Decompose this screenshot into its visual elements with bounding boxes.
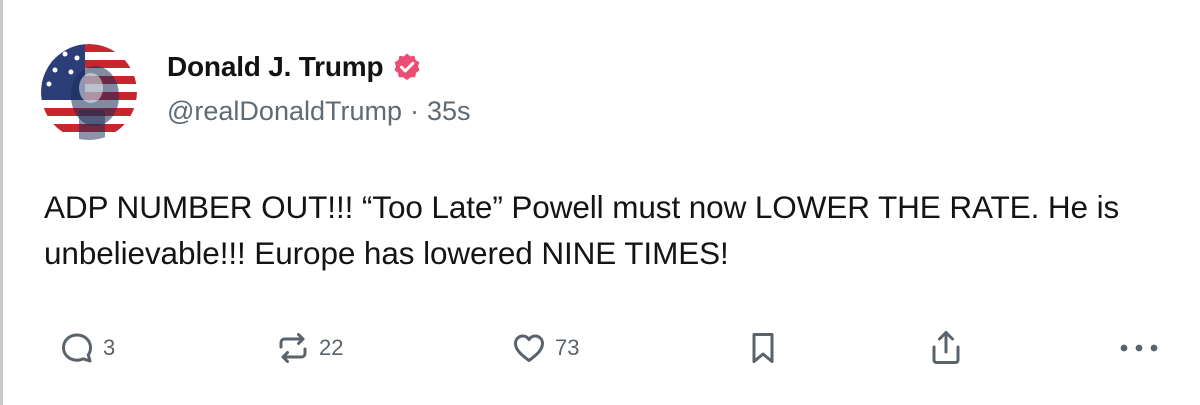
author-block: Donald J. Trump @realDonaldTrump · 35s <box>167 50 471 127</box>
post-body-text: ADP NUMBER OUT!!! “Too Late” Powell must… <box>44 189 1128 271</box>
bookmark-icon <box>747 330 779 366</box>
reply-button[interactable]: 3 <box>59 322 115 374</box>
bookmark-button[interactable] <box>747 322 779 374</box>
post-header: Donald J. Trump @realDonaldTrump · 35s <box>41 44 471 140</box>
name-line: Donald J. Trump <box>167 50 471 84</box>
action-bar: 3 22 73 <box>3 322 1200 374</box>
repost-icon <box>275 330 311 366</box>
post-timestamp[interactable]: 35s <box>427 96 471 127</box>
handle-separator: · <box>410 96 419 126</box>
handle-line: @realDonaldTrump · 35s <box>167 96 471 127</box>
heart-icon <box>511 330 547 366</box>
share-icon <box>928 329 964 367</box>
reply-count: 3 <box>103 335 116 360</box>
like-button[interactable]: 73 <box>511 322 579 374</box>
author-handle[interactable]: @realDonaldTrump <box>167 96 402 127</box>
post-card: Donald J. Trump @realDonaldTrump · 35s A… <box>0 0 1200 405</box>
reply-icon <box>59 330 95 366</box>
verified-badge-icon <box>392 52 422 82</box>
repost-button[interactable]: 22 <box>275 322 343 374</box>
share-button[interactable] <box>928 322 964 374</box>
author-display-name[interactable]: Donald J. Trump <box>167 51 384 83</box>
repost-count: 22 <box>319 335 344 360</box>
like-count: 73 <box>555 335 580 360</box>
more-options-button[interactable] <box>1117 322 1161 374</box>
more-icon <box>1117 342 1161 354</box>
flag-portrait-avatar <box>41 44 137 140</box>
avatar[interactable] <box>41 44 137 140</box>
